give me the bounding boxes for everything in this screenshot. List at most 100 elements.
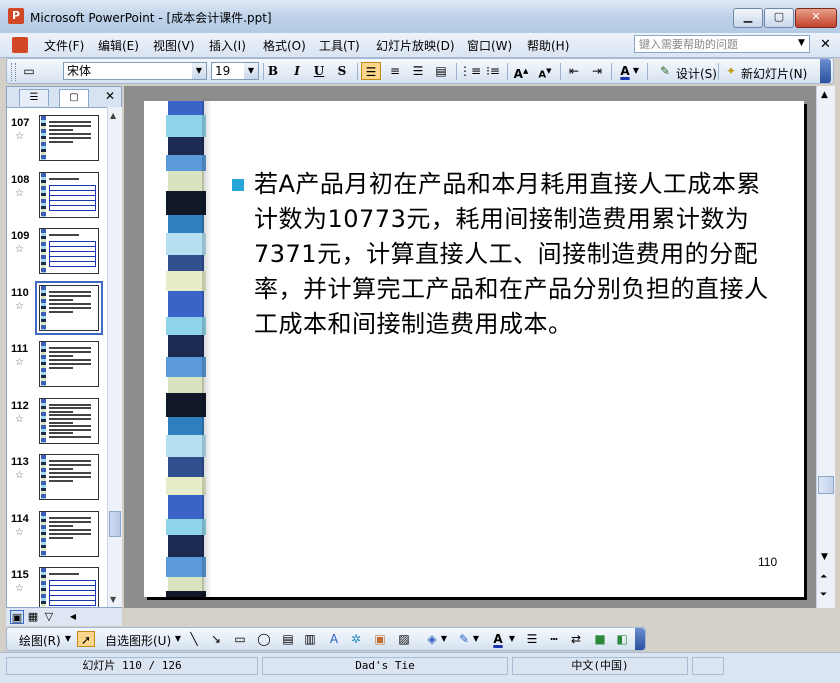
- font-name-select[interactable]: 宋体 ▼: [63, 62, 207, 80]
- arrow-style-icon[interactable]: ⇄: [567, 631, 585, 647]
- align-left-icon[interactable]: ☰: [361, 62, 381, 80]
- toolbar-grip[interactable]: [11, 63, 16, 81]
- chevron-down-icon[interactable]: ▼: [63, 631, 73, 647]
- slide-thumbnail-image[interactable]: [39, 567, 99, 607]
- slide-thumbnail-image[interactable]: [39, 454, 99, 500]
- slide-sorter-view-icon[interactable]: ▦: [26, 610, 40, 624]
- scroll-down-icon[interactable]: ▼: [821, 552, 828, 562]
- slide-thumbnail-image[interactable]: [39, 341, 99, 387]
- slide-thumbnail-image[interactable]: [39, 510, 99, 557]
- select-pointer-icon[interactable]: ➚: [77, 631, 95, 647]
- 3d-style-icon[interactable]: ◧: [613, 631, 631, 647]
- close-window-button[interactable]: ✕: [795, 8, 837, 28]
- next-slide-icon[interactable]: ⏷: [820, 590, 827, 600]
- design-button[interactable]: 设计(S): [676, 65, 717, 82]
- menu-view[interactable]: 视图(V): [153, 37, 195, 54]
- slide-thumbnail-113[interactable]: 113 ☆: [7, 454, 107, 506]
- slide-thumbnail-image[interactable]: [39, 397, 99, 444]
- slide-body-text[interactable]: 若A产品月初在产品和本月耗用直接人工成本累计数为10773元，耗用间接制造费用累…: [254, 167, 774, 342]
- close-document-icon[interactable]: ✕: [820, 37, 831, 52]
- slide-thumbnail-111[interactable]: 111 ☆: [7, 341, 107, 393]
- menu-slideshow[interactable]: 幻灯片放映(D): [376, 37, 455, 54]
- slide-transition-icon[interactable]: ☆: [15, 414, 24, 425]
- chevron-down-icon[interactable]: ▼: [507, 631, 517, 647]
- rectangle-tool-icon[interactable]: ▭: [231, 631, 249, 647]
- tab-outline[interactable]: ☰: [19, 89, 49, 106]
- picture-icon[interactable]: ▨: [395, 631, 413, 647]
- slide-transition-icon[interactable]: ☆: [15, 188, 24, 199]
- vertical-textbox-icon[interactable]: ▥: [301, 631, 319, 647]
- scroll-thumb[interactable]: [109, 511, 121, 537]
- tab-slides[interactable]: ▢: [59, 89, 89, 107]
- slide-thumbnail-114[interactable]: 114 ☆: [7, 510, 107, 563]
- toolbar-options-button[interactable]: [820, 59, 831, 83]
- oval-tool-icon[interactable]: ◯: [255, 631, 273, 647]
- font-size-select[interactable]: 19 ▼: [211, 62, 259, 80]
- slideshow-view-icon[interactable]: ▽: [42, 610, 56, 624]
- textbox-tool-icon[interactable]: ▤: [279, 631, 297, 647]
- dash-style-icon[interactable]: ┅: [545, 631, 563, 647]
- minimize-button[interactable]: ▁: [733, 8, 763, 28]
- slide-transition-icon[interactable]: ☆: [15, 301, 24, 312]
- slide-thumbnail-image[interactable]: [39, 171, 99, 218]
- bullets-icon[interactable]: ⁝≡: [483, 62, 503, 80]
- increase-indent-icon[interactable]: ⇥: [587, 62, 607, 80]
- slide-thumbnail-110[interactable]: 110 ☆: [7, 280, 107, 337]
- new-slide-icon[interactable]: ✦: [721, 62, 741, 80]
- slide-thumbnail-107[interactable]: 107 ☆: [7, 115, 107, 167]
- document-icon[interactable]: [12, 37, 28, 53]
- chevron-down-icon[interactable]: ▼: [798, 38, 805, 48]
- chevron-down-icon[interactable]: ▼: [631, 62, 641, 80]
- menu-insert[interactable]: 插入(I): [209, 37, 246, 54]
- slide-thumbnail-image[interactable]: [39, 228, 99, 274]
- slide-thumbnail-109[interactable]: 109 ☆: [7, 228, 107, 280]
- draw-menu-button[interactable]: 绘图(R): [19, 632, 61, 649]
- slide-thumbnail-image[interactable]: [39, 115, 99, 161]
- menu-tools[interactable]: 工具(T): [319, 37, 360, 54]
- bold-button[interactable]: B: [263, 62, 283, 80]
- maximize-button[interactable]: ▢: [764, 8, 794, 28]
- shadow-button[interactable]: S: [332, 62, 352, 80]
- numbering-icon[interactable]: ⋮≡: [459, 62, 481, 80]
- align-center-icon[interactable]: ≡: [385, 62, 405, 80]
- distribute-icon[interactable]: ▤: [431, 62, 451, 80]
- align-right-icon[interactable]: ☰: [408, 62, 428, 80]
- line-style-icon[interactable]: ☰: [523, 631, 541, 647]
- previous-slide-icon[interactable]: ⏶: [820, 572, 827, 582]
- slide-transition-icon[interactable]: ☆: [15, 527, 24, 538]
- increase-font-icon[interactable]: A▲: [511, 62, 531, 81]
- menu-file[interactable]: 文件(F): [44, 37, 84, 54]
- decrease-font-icon[interactable]: A▼: [535, 62, 555, 80]
- wordart-icon[interactable]: A: [325, 631, 343, 647]
- underline-button[interactable]: U: [309, 62, 329, 80]
- scroll-down-icon[interactable]: ▼: [110, 595, 116, 604]
- slide-thumbnail-108[interactable]: 108 ☆: [7, 171, 107, 224]
- decrease-indent-icon[interactable]: ⇤: [564, 62, 584, 80]
- italic-button[interactable]: I: [287, 62, 307, 80]
- slide-transition-icon[interactable]: ☆: [15, 583, 24, 594]
- toolbar-options-button[interactable]: [635, 628, 645, 650]
- scroll-up-icon[interactable]: ▲: [110, 111, 116, 120]
- scroll-thumb[interactable]: [818, 476, 834, 494]
- shadow-style-icon[interactable]: ■: [591, 631, 609, 647]
- slide-thumbnail-112[interactable]: 112 ☆: [7, 397, 107, 450]
- slide-thumbnail-image[interactable]: [35, 280, 103, 335]
- line-tool-icon[interactable]: ╲: [185, 631, 203, 647]
- chevron-down-icon[interactable]: ▼: [439, 631, 449, 647]
- slides-pane-scrollbar[interactable]: ▲ ▼: [107, 107, 122, 607]
- slide-thumbnail-115[interactable]: 115 ☆: [7, 567, 107, 607]
- close-pane-icon[interactable]: ✕: [105, 89, 115, 103]
- slide-transition-icon[interactable]: ☆: [15, 131, 24, 142]
- design-icon[interactable]: ✎: [655, 62, 675, 80]
- slide-transition-icon[interactable]: ☆: [15, 357, 24, 368]
- new-slide-button[interactable]: 新幻灯片(N): [741, 65, 807, 82]
- clipart-icon[interactable]: ▣: [371, 631, 389, 647]
- scroll-left-icon[interactable]: ◀: [66, 610, 80, 624]
- help-search-input[interactable]: 键入需要帮助的问题: [634, 35, 810, 53]
- menu-edit[interactable]: 编辑(E): [98, 37, 139, 54]
- new-document-icon[interactable]: ▭: [19, 62, 39, 80]
- chevron-down-icon[interactable]: ▼: [173, 631, 183, 647]
- slide-transition-icon[interactable]: ☆: [15, 470, 24, 481]
- slide-transition-icon[interactable]: ☆: [15, 244, 24, 255]
- scroll-up-icon[interactable]: ▲: [821, 90, 828, 100]
